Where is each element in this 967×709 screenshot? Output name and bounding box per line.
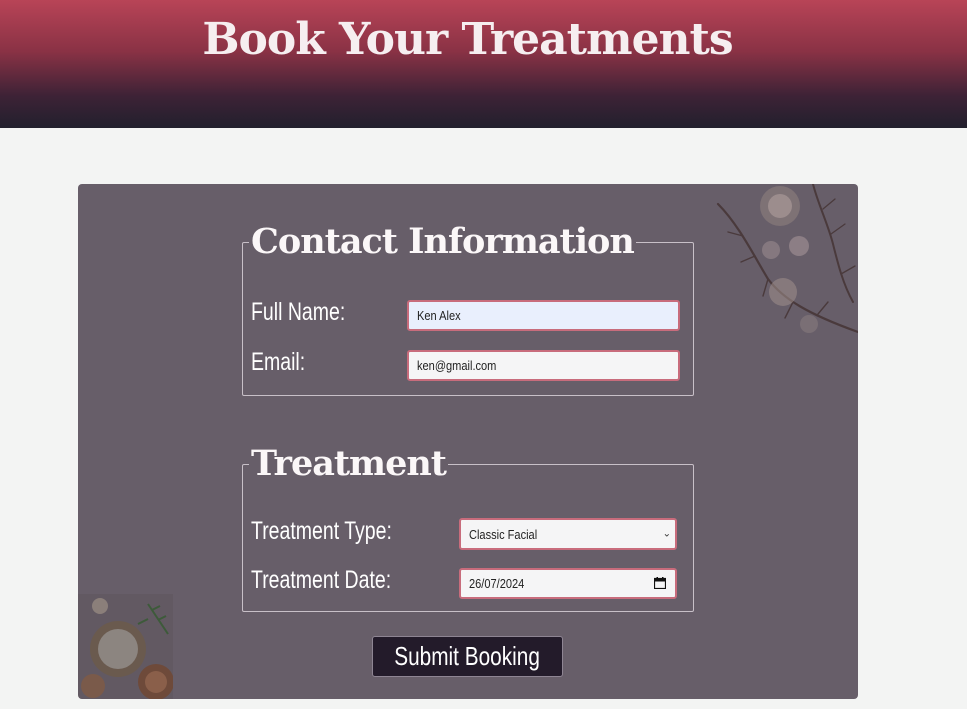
- decorative-branch-image: [716, 184, 858, 334]
- treatment-type-select[interactable]: Classic Facial ⌄: [459, 518, 677, 550]
- calendar-icon[interactable]: [654, 577, 666, 589]
- email-value: ken@gmail.com: [417, 358, 497, 373]
- page-header: Book Your Treatments: [0, 0, 967, 128]
- decorative-herbs-image: [78, 594, 173, 699]
- page-title: Book Your Treatments: [202, 14, 733, 65]
- email-input[interactable]: ken@gmail.com: [407, 350, 680, 381]
- full-name-input[interactable]: Ken Alex: [407, 300, 680, 331]
- treatment-date-value: 26/07/2024: [469, 576, 525, 591]
- contact-information-legend: Contact Information: [251, 221, 635, 262]
- treatment-legend: Treatment: [251, 443, 447, 484]
- submit-booking-label: Submit Booking: [394, 641, 541, 671]
- full-name-value: Ken Alex: [417, 308, 461, 323]
- treatment-date-input[interactable]: 26/07/2024: [459, 568, 677, 599]
- treatment-type-value: Classic Facial: [469, 526, 538, 542]
- email-label: Email:: [251, 348, 306, 376]
- booking-form: Contact Information Full Name: Ken Alex …: [78, 184, 858, 699]
- chevron-down-icon: ⌄: [662, 528, 671, 540]
- submit-booking-button[interactable]: Submit Booking: [372, 636, 563, 677]
- treatment-type-label: Treatment Type:: [251, 517, 392, 545]
- full-name-label: Full Name:: [251, 298, 346, 326]
- treatment-date-label: Treatment Date:: [251, 566, 392, 594]
